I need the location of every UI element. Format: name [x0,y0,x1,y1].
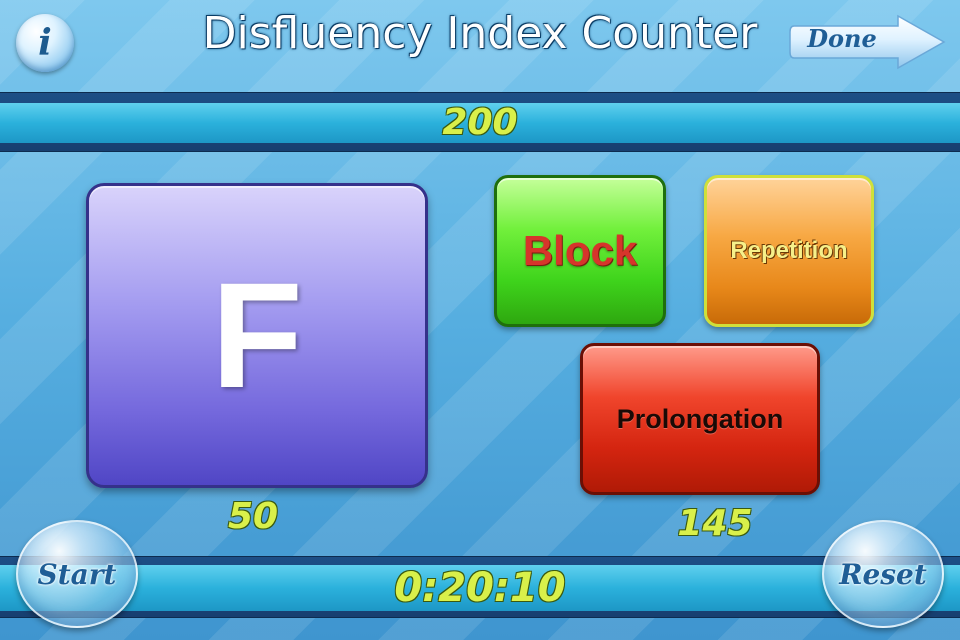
block-button[interactable]: Block [494,175,666,327]
fluent-label: F [211,251,303,419]
fluent-button[interactable]: F [86,183,428,488]
fluent-count: 50 [227,496,279,537]
disfluent-count: 145 [677,503,753,544]
prolongation-button[interactable]: Prolongation [580,343,820,495]
start-button[interactable]: Start [16,520,138,628]
timer-display: 0:20:10 [394,565,566,611]
done-label: Done [807,24,877,53]
total-count-bar: 200 [0,92,960,152]
timer-bar: 0:20:10 [0,556,960,618]
info-button[interactable]: i [16,14,74,72]
total-count: 200 [442,102,518,143]
repetition-button[interactable]: Repetition [704,175,874,327]
reset-button[interactable]: Reset [822,520,944,628]
done-button[interactable]: Done [786,14,948,70]
